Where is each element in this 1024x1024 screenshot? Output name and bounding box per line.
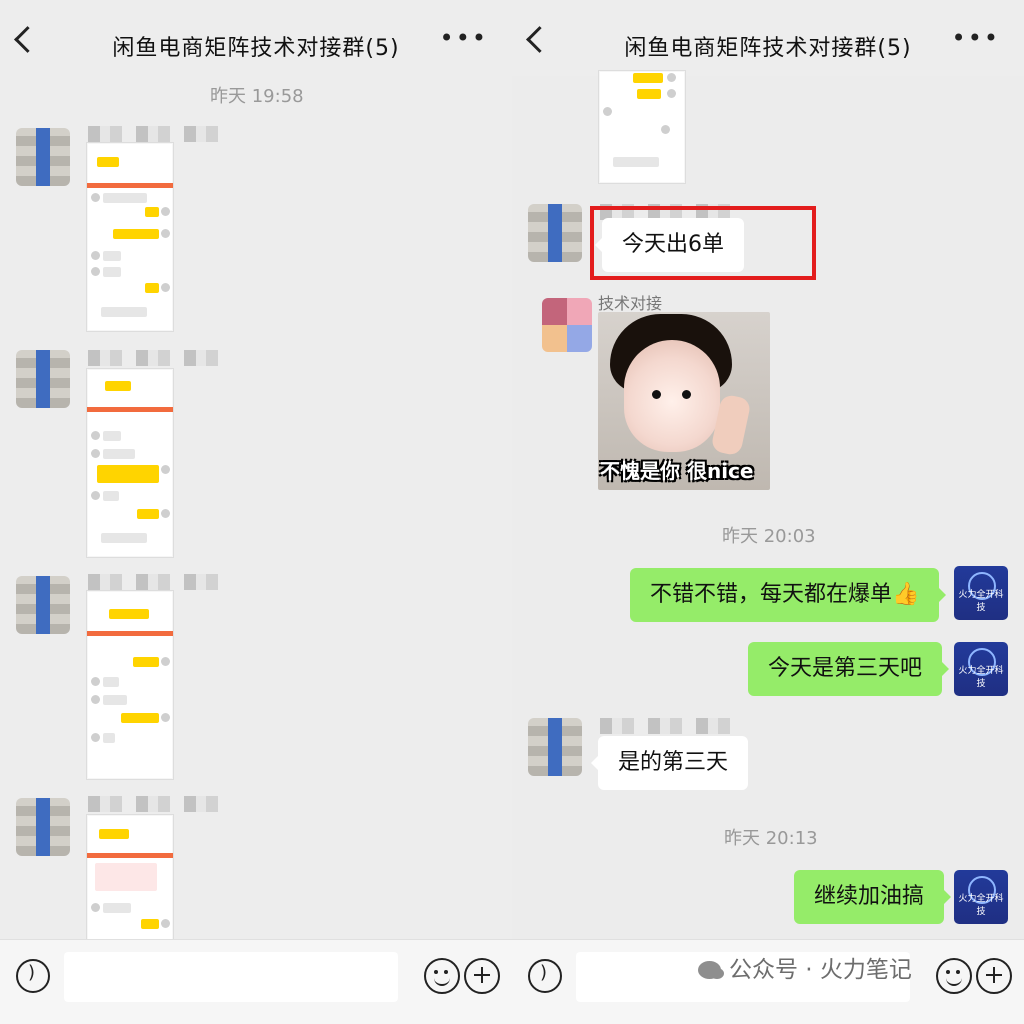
chat-screenshot-image[interactable] (598, 70, 686, 184)
top-navbar: 闲鱼电商矩阵技术对接群(5) ••• (512, 0, 1024, 76)
message-bubble: 是的第三天 (590, 736, 749, 790)
timestamp: 昨天 20:13 (724, 828, 818, 849)
chat-screenshot-image[interactable] (86, 814, 174, 952)
sticker-image[interactable]: 不愧是你 很nice (598, 312, 770, 490)
sender-name (88, 126, 220, 142)
chat-screenshot-image[interactable] (86, 368, 174, 558)
sender-name (88, 796, 220, 812)
avatar[interactable] (16, 798, 70, 856)
my-message-bubble: 今天是第三天吧 (748, 642, 950, 696)
sender-tag: 技术对接 (598, 294, 663, 313)
plus-icon[interactable] (464, 958, 500, 994)
voice-icon[interactable] (528, 959, 562, 993)
my-avatar[interactable]: 火力全开科技 (954, 870, 1008, 924)
my-avatar[interactable]: 火力全开科技 (954, 642, 1008, 696)
sender-name (600, 718, 732, 734)
my-message-bubble: 不错不错，每天都在爆单👍 (630, 568, 947, 622)
avatar[interactable] (16, 576, 70, 634)
emoji-icon[interactable] (936, 958, 972, 994)
right-chat-panel: 闲鱼电商矩阵技术对接群(5) ••• 今天出6单 技术对接 不愧是你 很nice… (512, 0, 1024, 1024)
chat-screenshot-image[interactable] (86, 590, 174, 780)
watermark: 公众号 · 火力笔记 (698, 950, 912, 984)
message-input[interactable] (64, 952, 398, 1002)
chat-screenshot-image[interactable] (86, 142, 174, 332)
sender-name (88, 574, 220, 590)
voice-icon[interactable] (16, 959, 50, 993)
chat-title: 闲鱼电商矩阵技术对接群(5) (624, 36, 912, 61)
wechat-icon (698, 961, 724, 979)
avatar[interactable] (528, 204, 582, 262)
avatar[interactable] (542, 298, 592, 352)
chat-title: 闲鱼电商矩阵技术对接群(5) (112, 36, 400, 61)
my-message-bubble: 继续加油搞 (794, 870, 952, 924)
plus-icon[interactable] (976, 958, 1012, 994)
timestamp: 昨天 19:58 (210, 86, 304, 107)
left-chat-panel: 闲鱼电商矩阵技术对接群(5) ••• 昨天 19:58 (0, 0, 512, 1024)
avatar[interactable] (16, 350, 70, 408)
input-bar (0, 939, 512, 1024)
sticker-caption: 不愧是你 很nice (600, 459, 754, 483)
sender-name (88, 350, 220, 366)
my-avatar[interactable]: 火力全开科技 (954, 566, 1008, 620)
highlight-box (590, 206, 816, 280)
avatar[interactable] (16, 128, 70, 186)
avatar[interactable] (528, 718, 582, 776)
timestamp: 昨天 20:03 (722, 526, 816, 547)
top-navbar: 闲鱼电商矩阵技术对接群(5) ••• (0, 0, 512, 76)
watermark-text: 公众号 · 火力笔记 (729, 957, 912, 983)
emoji-icon[interactable] (424, 958, 460, 994)
